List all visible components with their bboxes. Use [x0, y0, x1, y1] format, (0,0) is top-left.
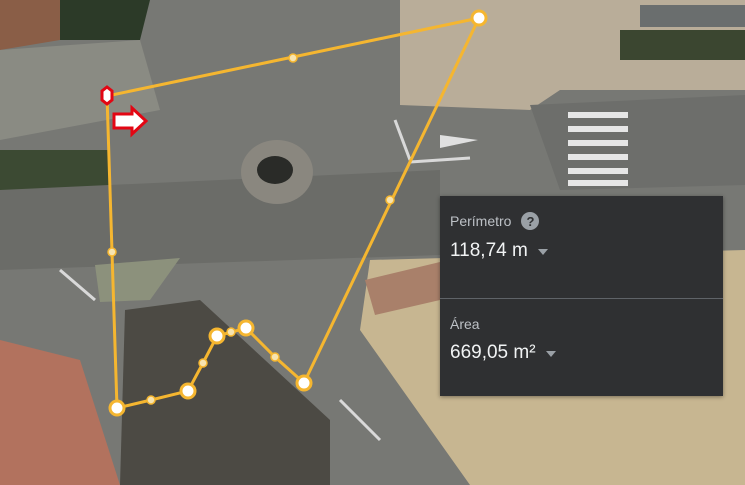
perimeter-section: Perímetro ? 118,74 m	[450, 212, 713, 262]
grass-strip-left	[0, 150, 110, 190]
chevron-down-icon[interactable]	[537, 249, 548, 255]
perimeter-value-row[interactable]: 118,74 m	[450, 240, 713, 262]
divider	[440, 298, 723, 299]
chevron-down-icon[interactable]	[545, 351, 556, 357]
trees-top-left	[60, 0, 150, 40]
help-icon[interactable]: ?	[521, 212, 540, 230]
measure-vertex[interactable]	[237, 319, 255, 337]
measure-midpoint[interactable]	[107, 247, 117, 257]
measure-vertex[interactable]	[179, 382, 197, 400]
area-section: Área 669,05 m²	[450, 316, 713, 364]
measure-midpoint[interactable]	[270, 352, 280, 362]
measure-midpoint[interactable]	[385, 195, 395, 205]
measure-midpoint[interactable]	[288, 53, 298, 63]
roundabout-center	[257, 156, 293, 184]
area-value-row[interactable]: 669,05 m²	[450, 342, 713, 364]
measure-midpoint[interactable]	[146, 395, 156, 405]
road-right	[530, 95, 745, 190]
perimeter-label: Perímetro	[450, 213, 512, 229]
measure-vertex[interactable]	[470, 9, 488, 27]
start-marker-icon[interactable]	[100, 85, 114, 106]
perimeter-value: 118,74 m	[450, 240, 528, 261]
road-top-right	[640, 5, 745, 27]
measure-panel: Perímetro ? 118,74 m Área 669,05 m²	[440, 196, 723, 396]
measure-midpoint[interactable]	[226, 327, 236, 337]
measure-vertex[interactable]	[295, 374, 313, 392]
measure-midpoint[interactable]	[198, 358, 208, 368]
area-value: 669,05 m²	[450, 342, 536, 363]
measure-vertex[interactable]	[208, 327, 226, 345]
measure-vertex[interactable]	[108, 399, 126, 417]
area-label: Área	[450, 316, 480, 332]
hedge-top-right	[620, 30, 745, 60]
